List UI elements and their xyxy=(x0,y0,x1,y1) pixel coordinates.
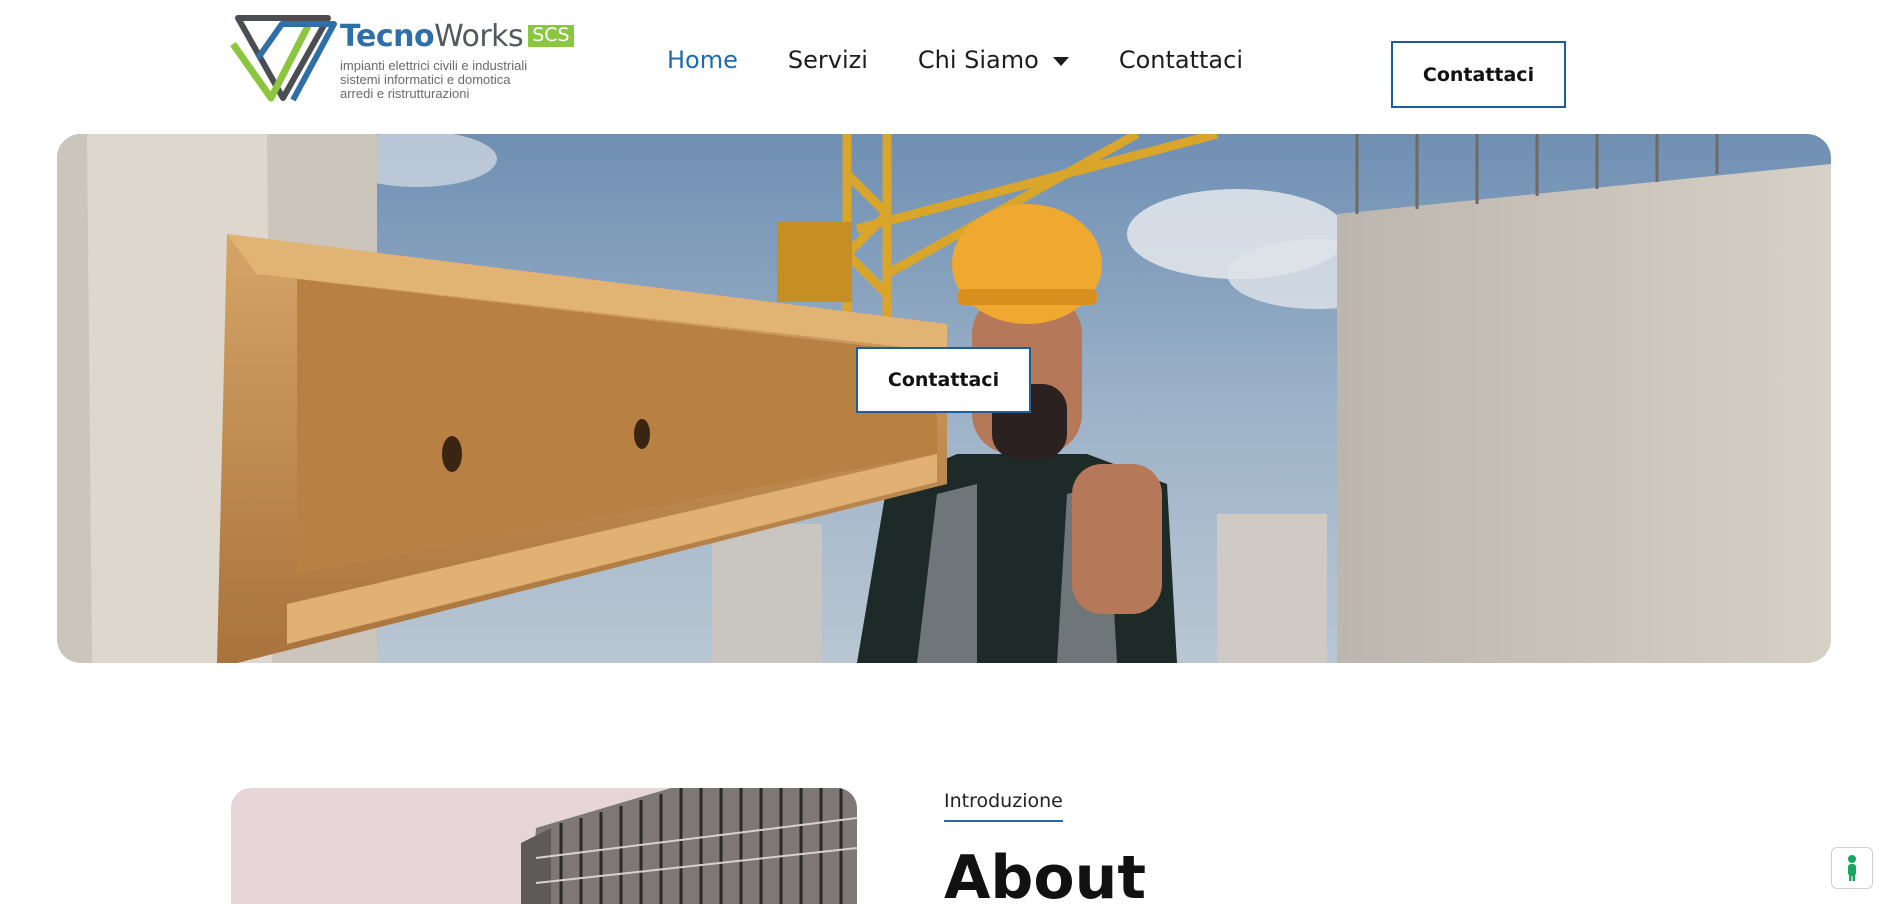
hero-banner: Contattaci xyxy=(57,134,1831,663)
brand-name: TecnoWorks SCS xyxy=(340,22,574,52)
tagline-line-1: impianti elettrici civili e industriali xyxy=(340,58,528,73)
chevron-down-icon[interactable] xyxy=(1052,57,1069,66)
nav-item-servizi-label: Servizi xyxy=(787,46,868,74)
brand-name-part1: Tecno xyxy=(340,19,435,54)
logo-text: TecnoWorks SCS impianti elettrici civili … xyxy=(340,22,574,101)
hero-contact-button[interactable]: Contattaci xyxy=(856,347,1031,413)
tagline-line-2: sistemi informatici e domotica xyxy=(340,72,511,87)
nav-item-contattaci-label: Contattaci xyxy=(1118,46,1243,74)
accessibility-button[interactable] xyxy=(1831,847,1873,889)
accessibility-icon xyxy=(1848,855,1856,881)
main-navigation: Home Servizi Chi Siamo Contattaci xyxy=(667,46,1293,74)
nav-item-contattaci[interactable]: Contattaci xyxy=(1119,46,1243,74)
logo-tagline: impianti elettrici civili e industriali … xyxy=(340,59,574,101)
about-image xyxy=(231,788,857,904)
header-contact-button[interactable]: Contattaci xyxy=(1391,41,1566,108)
building-facade-photo xyxy=(231,788,857,904)
brand-badge: SCS xyxy=(528,25,574,47)
logo-triangle-icon xyxy=(230,15,337,102)
tagline-line-3: arredi e ristrutturazioni xyxy=(340,86,470,101)
nav-item-chi-siamo[interactable]: Chi Siamo xyxy=(918,46,1069,74)
nav-item-home-label: Home xyxy=(667,46,738,74)
about-eyebrow: Introduzione xyxy=(944,790,1063,822)
about-title: About xyxy=(944,843,1147,904)
company-logo[interactable]: TecnoWorks SCS impianti elettrici civili … xyxy=(230,10,590,105)
brand-name-part2: Works xyxy=(434,19,524,54)
site-header: TecnoWorks SCS impianti elettrici civili … xyxy=(0,0,1882,134)
nav-item-home[interactable]: Home xyxy=(667,46,738,74)
nav-item-servizi[interactable]: Servizi xyxy=(788,46,868,74)
nav-item-chi-siamo-label: Chi Siamo xyxy=(917,46,1039,74)
